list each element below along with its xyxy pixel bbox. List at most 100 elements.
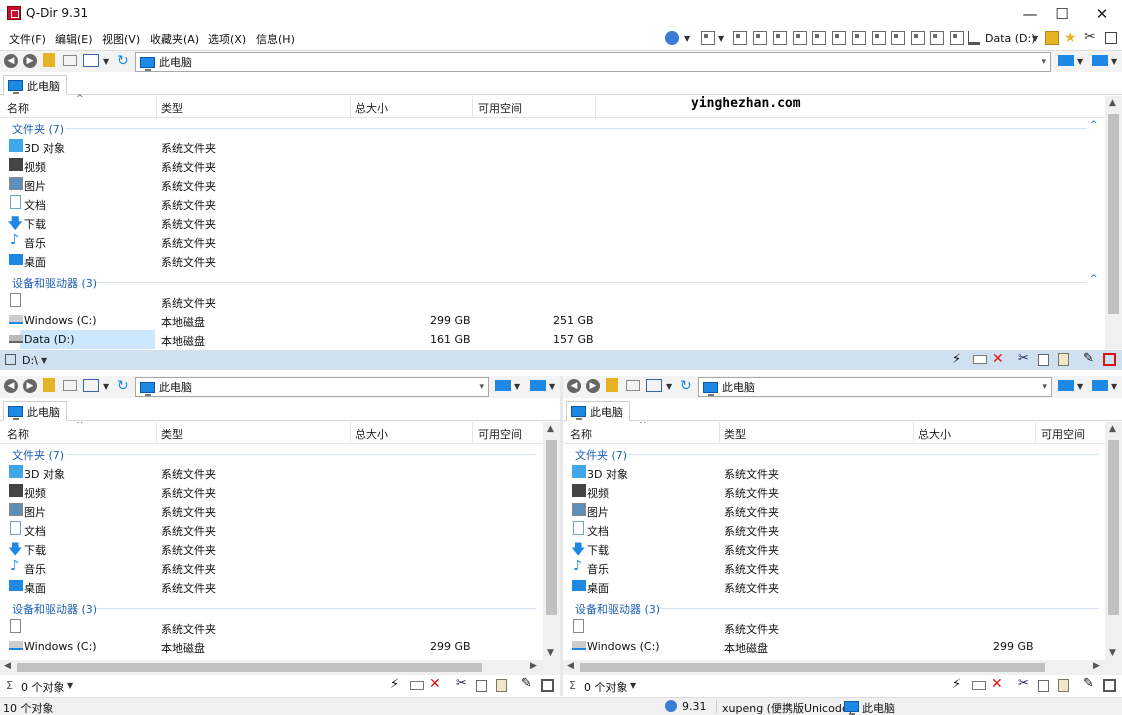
col-type[interactable]: 类型 bbox=[724, 426, 746, 442]
menu-options[interactable]: 选项(X) bbox=[208, 31, 246, 47]
chevron-down-icon[interactable]: ▼ bbox=[1111, 57, 1117, 66]
layout-9-icon[interactable] bbox=[891, 31, 905, 45]
list-item[interactable]: 图片 系统文件夹 bbox=[0, 501, 540, 520]
list-item[interactable]: 系统文件夹 bbox=[0, 618, 540, 637]
mail-icon[interactable] bbox=[972, 681, 986, 690]
chevron-down-icon[interactable]: ▾ bbox=[479, 382, 484, 392]
monitor-icon[interactable] bbox=[1058, 380, 1074, 391]
layout-12-icon[interactable] bbox=[950, 31, 964, 45]
col-size[interactable]: 总大小 bbox=[355, 426, 388, 442]
scrollbar-thumb[interactable] bbox=[546, 440, 557, 615]
col-free[interactable]: 可用空间 bbox=[478, 426, 522, 442]
view-icon[interactable] bbox=[83, 54, 99, 67]
list-item[interactable]: 图片 系统文件夹 bbox=[0, 175, 600, 194]
monitor-icon[interactable] bbox=[530, 380, 546, 391]
scroll-up-icon[interactable]: ▲ bbox=[547, 424, 554, 434]
divider[interactable] bbox=[156, 422, 157, 444]
list-item[interactable]: 文档 系统文件夹 bbox=[0, 520, 540, 539]
list-item[interactable]: 桌面 系统文件夹 bbox=[563, 577, 1103, 596]
chevron-down-icon[interactable]: ▼ bbox=[1032, 34, 1038, 43]
divider[interactable] bbox=[350, 96, 351, 118]
forward-icon[interactable]: ▶ bbox=[23, 379, 37, 393]
tab-this-pc[interactable]: 此电脑 bbox=[566, 401, 630, 421]
menu-edit[interactable]: 编辑(E) bbox=[55, 31, 93, 47]
list-item[interactable]: 视频 系统文件夹 bbox=[563, 482, 1103, 501]
divider[interactable] bbox=[472, 422, 473, 444]
scroll-right-icon[interactable]: ▶ bbox=[530, 661, 537, 671]
list-item[interactable]: 系统文件夹 bbox=[0, 292, 600, 311]
scroll-right-icon[interactable]: ▶ bbox=[1093, 661, 1100, 671]
list-item[interactable]: 3D 对象 系统文件夹 bbox=[0, 463, 540, 482]
minimize-button[interactable]: — bbox=[1012, 0, 1048, 28]
group-folders[interactable]: 文件夹 (7) bbox=[12, 447, 64, 463]
folder-icon[interactable] bbox=[1045, 31, 1059, 45]
new-folder-icon[interactable] bbox=[63, 55, 77, 66]
paste-icon[interactable] bbox=[496, 679, 507, 692]
tab-this-pc[interactable]: 此电脑 bbox=[3, 401, 67, 421]
list-item[interactable]: Data (D:) 本地磁盘 161 GB 157 GB bbox=[0, 330, 600, 349]
list-item[interactable]: 3D 对象 系统文件夹 bbox=[563, 463, 1103, 482]
monitor-icon[interactable] bbox=[1092, 55, 1108, 66]
mail-icon[interactable] bbox=[410, 681, 424, 690]
scroll-down-icon[interactable]: ▼ bbox=[1109, 648, 1116, 658]
quick-icon[interactable]: ⚡ bbox=[390, 677, 399, 692]
list-item[interactable]: 🡇 下载 系统文件夹 bbox=[0, 539, 540, 558]
scrollbar-thumb[interactable] bbox=[17, 663, 482, 672]
divider[interactable] bbox=[350, 422, 351, 444]
globe-icon[interactable] bbox=[665, 31, 679, 45]
layout-3-icon[interactable] bbox=[773, 31, 787, 45]
chevron-down-icon[interactable]: ▼ bbox=[666, 382, 672, 391]
window-icon[interactable] bbox=[1105, 32, 1117, 44]
layout-7-icon[interactable] bbox=[852, 31, 866, 45]
list-item[interactable]: 桌面 系统文件夹 bbox=[0, 251, 600, 270]
group-drives[interactable]: 设备和驱动器 (3) bbox=[12, 275, 97, 291]
paste-icon[interactable] bbox=[1058, 353, 1069, 366]
list-item[interactable]: 桌面 系统文件夹 bbox=[0, 577, 540, 596]
quick-icon[interactable]: ⚡ bbox=[952, 677, 961, 692]
close-button[interactable]: ✕ bbox=[1084, 0, 1120, 28]
layout-5-icon[interactable] bbox=[812, 31, 826, 45]
copy-icon[interactable] bbox=[476, 680, 487, 692]
path-label[interactable]: D:\ bbox=[22, 354, 38, 367]
scroll-left-icon[interactable]: ◀ bbox=[567, 661, 574, 671]
layout-8-icon[interactable] bbox=[872, 31, 886, 45]
properties-icon[interactable] bbox=[1103, 679, 1116, 692]
col-type[interactable]: 类型 bbox=[161, 426, 183, 442]
list-item[interactable]: 图片 系统文件夹 bbox=[563, 501, 1103, 520]
list-item[interactable]: 🡇 下载 系统文件夹 bbox=[0, 213, 600, 232]
paste-icon[interactable] bbox=[1058, 679, 1069, 692]
layout-11-icon[interactable] bbox=[930, 31, 944, 45]
chevron-down-icon[interactable]: ▼ bbox=[684, 34, 690, 43]
address-input[interactable]: 此电脑 ▾ bbox=[135, 52, 1051, 72]
new-folder-icon[interactable] bbox=[626, 380, 640, 391]
list-item[interactable]: 文档 系统文件夹 bbox=[563, 520, 1103, 539]
layout-1-icon[interactable] bbox=[733, 31, 747, 45]
cut-icon[interactable]: ✂ bbox=[456, 676, 467, 691]
rename-icon[interactable]: ✎ bbox=[521, 676, 532, 691]
list-item[interactable]: ♪ 音乐 系统文件夹 bbox=[563, 558, 1103, 577]
chevron-down-icon[interactable]: ▼ bbox=[103, 57, 109, 66]
copy-icon[interactable] bbox=[1038, 354, 1049, 366]
new-folder-icon[interactable] bbox=[63, 380, 77, 391]
col-type[interactable]: 类型 bbox=[161, 100, 183, 116]
menu-file[interactable]: 文件(F) bbox=[9, 31, 46, 47]
col-name[interactable]: 名称 bbox=[7, 426, 29, 442]
chevron-down-icon[interactable]: ▼ bbox=[1077, 382, 1083, 391]
up-folder-icon[interactable] bbox=[43, 378, 55, 392]
scroll-up-icon[interactable]: ▲ bbox=[1109, 98, 1116, 108]
group-folders[interactable]: 文件夹 (7) bbox=[12, 121, 64, 137]
list-item[interactable]: 🡇 下载 系统文件夹 bbox=[563, 539, 1103, 558]
rename-icon[interactable]: ✎ bbox=[1083, 351, 1094, 366]
group-folders[interactable]: 文件夹 (7) bbox=[575, 447, 627, 463]
monitor-icon[interactable] bbox=[1092, 380, 1108, 391]
maximize-button[interactable]: ☐ bbox=[1044, 0, 1080, 28]
top-file-list[interactable]: 名称 ^ 类型 总大小 可用空间 yinghezhan.com 文件夹 (7) … bbox=[0, 94, 1105, 349]
vertical-scrollbar[interactable]: ▲ ▼ bbox=[543, 422, 560, 660]
scroll-left-icon[interactable]: ◀ bbox=[4, 661, 11, 671]
list-item[interactable]: ♪ 音乐 系统文件夹 bbox=[0, 558, 540, 577]
col-free[interactable]: 可用空间 bbox=[478, 100, 522, 116]
list-item[interactable]: 文档 系统文件夹 bbox=[0, 194, 600, 213]
object-count[interactable]: 0 个对象 bbox=[584, 679, 628, 695]
divider[interactable] bbox=[595, 96, 596, 118]
address-input[interactable]: 此电脑 ▾ bbox=[135, 377, 489, 397]
